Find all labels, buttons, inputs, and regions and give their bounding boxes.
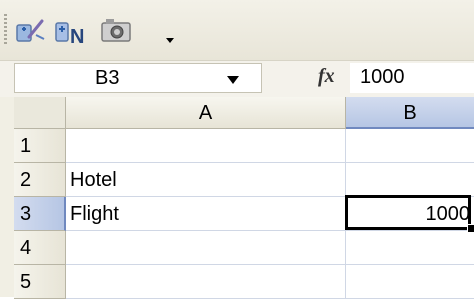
formula-value: 1000 [360, 66, 405, 88]
grid-left-edge [0, 97, 15, 297]
column-header-b[interactable]: B [346, 97, 474, 129]
chevron-down-icon[interactable] [225, 73, 241, 85]
formula-bar: B3 fx 1000 [0, 60, 474, 98]
toolbar-options-dropdown-icon[interactable] [164, 32, 176, 43]
cell-b1[interactable] [346, 129, 474, 163]
cell-a3[interactable]: Flight [66, 197, 346, 231]
column-header-a[interactable]: A [66, 97, 346, 129]
insert-name-icon[interactable]: N [54, 15, 90, 48]
cell-b2[interactable] [346, 163, 474, 197]
row-header-3[interactable]: 3 [14, 197, 66, 231]
row-header-5[interactable]: 5 [14, 265, 66, 299]
name-box-value: B3 [95, 67, 120, 89]
formula-input[interactable]: 1000 [350, 63, 474, 93]
select-all-corner[interactable] [14, 97, 66, 129]
cell-a4[interactable] [66, 231, 346, 265]
active-cell-border [345, 195, 471, 230]
camera-icon[interactable] [100, 15, 134, 45]
cell-b5[interactable] [346, 265, 474, 299]
insert-hyperlink-icon[interactable] [14, 15, 46, 45]
fx-icon[interactable]: fx [318, 65, 342, 87]
row-header-2[interactable]: 2 [14, 163, 66, 197]
cell-b4[interactable] [346, 231, 474, 265]
cell-a1[interactable] [66, 129, 346, 163]
name-box[interactable]: B3 [14, 63, 262, 93]
spreadsheet-grid: A B 1 2 Hotel 3 Flight 1000 4 5 [0, 97, 474, 299]
toolbar-grip[interactable] [4, 14, 7, 44]
row-header-1[interactable]: 1 [14, 129, 66, 163]
svg-text:N: N [70, 26, 84, 45]
cell-a5[interactable] [66, 265, 346, 299]
row-header-4[interactable]: 4 [14, 231, 66, 265]
cell-a2[interactable]: Hotel [66, 163, 346, 197]
toolbar: N [0, 0, 474, 60]
fill-handle[interactable] [467, 224, 474, 233]
